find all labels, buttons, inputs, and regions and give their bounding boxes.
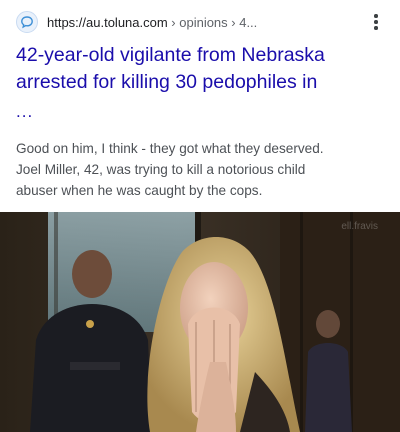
- more-vert-icon[interactable]: [366, 12, 386, 32]
- video-watermark: ell.fravis: [341, 221, 378, 232]
- result-headline-link[interactable]: 42-year-old vigilante from Nebraska arre…: [16, 42, 388, 96]
- video-still[interactable]: ell.fravis: [0, 212, 400, 432]
- result-breadcrumb: › opinions › 4...: [167, 14, 258, 30]
- result-snippet: Good on him, I think - they got what the…: [16, 141, 324, 198]
- headline-ellipsis: ...: [16, 102, 34, 121]
- result-url[interactable]: https://au.toluna.com › opinions › 4...: [47, 15, 257, 30]
- search-result-card: https://au.toluna.com › opinions › 4... …: [0, 0, 400, 212]
- result-source-row[interactable]: https://au.toluna.com › opinions › 4...: [16, 10, 386, 34]
- result-domain: https://au.toluna.com: [47, 14, 168, 30]
- toluna-speech-bubble-icon: [16, 11, 38, 33]
- screenshot: https://au.toluna.com › opinions › 4... …: [0, 0, 400, 432]
- video-still-illustration: [0, 212, 400, 432]
